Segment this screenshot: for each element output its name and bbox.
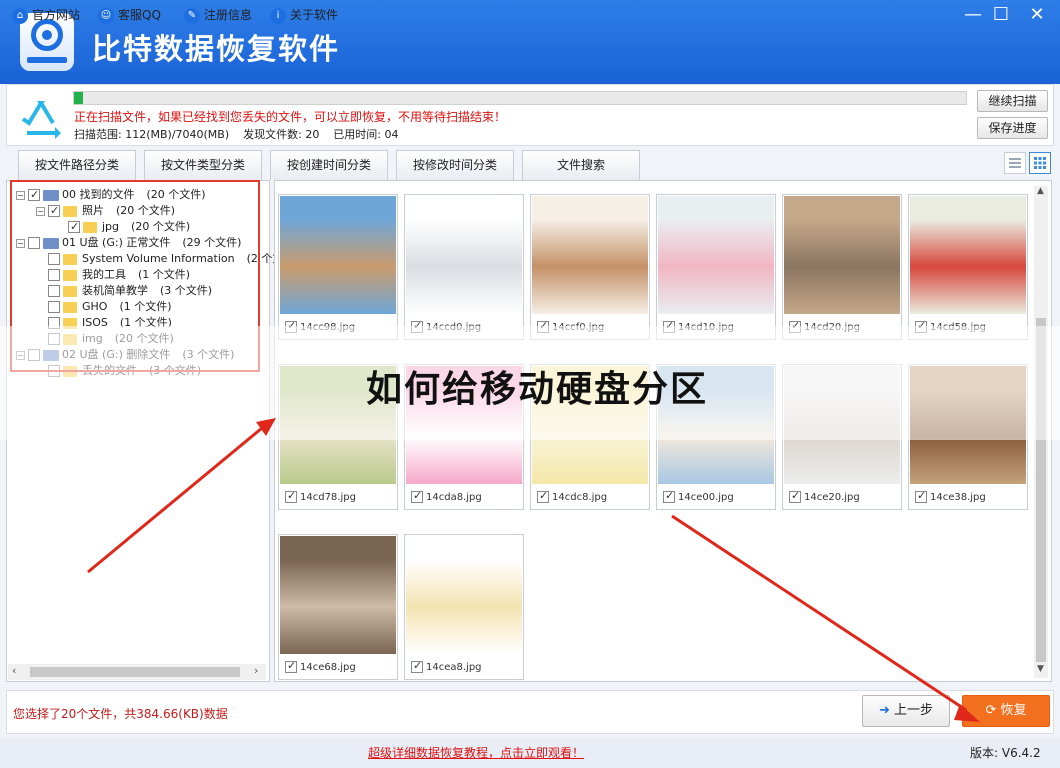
arrow-left-icon: ➜ — [878, 703, 890, 718]
home-icon: ⌂ — [12, 7, 28, 24]
recover-button[interactable]: ⟳ 恢复 — [962, 695, 1050, 727]
file-checkbox[interactable] — [663, 489, 675, 503]
refresh-icon: ⟳ — [985, 703, 997, 718]
grid-view-icon[interactable] — [1029, 152, 1051, 174]
footer-link-website[interactable]: ⌂ 官方网站 — [12, 6, 80, 24]
file-checkbox[interactable] — [537, 489, 549, 503]
maximize-icon[interactable]: ☐ — [990, 4, 1012, 26]
file-card[interactable]: 14ce68.jpg — [278, 534, 398, 680]
file-name: 14ce20.jpg — [804, 492, 860, 503]
scan-message: 正在扫描文件，如果已经找到您丢失的文件，可以立即恢复，不用等待扫描结束！ — [74, 110, 507, 124]
file-thumbnail[interactable] — [406, 196, 522, 314]
tree-horizontal-scrollbar[interactable]: ‹ › — [8, 664, 266, 680]
footer-link-label: 注册信息 — [204, 8, 253, 22]
file-name: 14cea8.jpg — [426, 662, 482, 673]
file-thumbnail[interactable] — [406, 536, 522, 654]
info-icon: i — [270, 7, 286, 24]
footer-link-label: 官方网站 — [32, 8, 81, 22]
file-name: 14cda8.jpg — [426, 492, 482, 503]
file-thumbnail[interactable] — [280, 536, 396, 654]
scan-stats: 扫描范围: 112(MB)/7040(MB) 发现文件数: 20 已用时间: 0… — [74, 128, 399, 141]
footer-link-qq[interactable]: ☺ 客服QQ — [98, 6, 161, 24]
tutorial-promo-link[interactable]: 超级详细数据恢复教程，点击立即观看！ — [368, 744, 584, 761]
tab-file-search[interactable]: 文件搜索 — [522, 150, 640, 180]
file-card[interactable]: 14cea8.jpg — [404, 534, 524, 680]
file-thumbnail[interactable] — [532, 196, 648, 314]
version-label: 版本: V6.4.2 — [970, 746, 1041, 760]
recover-label: 恢复 — [1000, 703, 1027, 718]
file-card[interactable]: 14cd20.jpg — [782, 194, 902, 340]
file-checkbox[interactable] — [411, 659, 423, 673]
file-name: 14ce68.jpg — [300, 662, 356, 673]
scroll-left-icon[interactable]: ‹ — [12, 664, 16, 677]
save-progress-button[interactable]: 保存进度 — [977, 117, 1048, 139]
file-checkbox[interactable] — [285, 659, 297, 673]
minimize-icon[interactable]: — — [962, 4, 984, 26]
footer-link-register[interactable]: ✎ 注册信息 — [184, 6, 252, 24]
scroll-up-icon[interactable]: ▲ — [1037, 186, 1044, 196]
file-thumbnail[interactable] — [658, 196, 774, 314]
file-card[interactable]: 14ccd0.jpg — [404, 194, 524, 340]
continue-scan-button[interactable]: 继续扫描 — [977, 90, 1048, 112]
list-view-icon[interactable] — [1004, 152, 1026, 174]
selection-summary: 您选择了20个文件，共384.66(KB)数据 — [13, 707, 228, 721]
register-icon: ✎ — [184, 7, 200, 24]
file-checkbox[interactable] — [915, 489, 927, 503]
file-thumbnail[interactable] — [910, 196, 1026, 314]
scan-panel: 正在扫描文件，如果已经找到您丢失的文件，可以立即恢复，不用等待扫描结束！ 扫描范… — [6, 84, 1054, 146]
file-card[interactable]: 14cd10.jpg — [656, 194, 776, 340]
tab-by-create-time[interactable]: 按创建时间分类 — [270, 150, 388, 180]
file-card[interactable]: 14cd58.jpg — [908, 194, 1028, 340]
file-name: 14ce00.jpg — [678, 492, 734, 503]
scan-progress-bar — [73, 91, 967, 105]
file-name: 14ce38.jpg — [930, 492, 986, 503]
file-name: 14cd78.jpg — [300, 492, 356, 503]
file-thumbnail[interactable] — [280, 196, 396, 314]
scroll-right-icon[interactable]: › — [254, 664, 258, 677]
tab-by-modify-time[interactable]: 按修改时间分类 — [396, 150, 514, 180]
file-name: 14cdc8.jpg — [552, 492, 608, 503]
file-card[interactable]: 14ccf0.jpg — [530, 194, 650, 340]
previous-step-label: 上一步 — [894, 703, 934, 718]
footer-link-label: 客服QQ — [118, 8, 161, 22]
previous-step-button[interactable]: ➜ 上一步 — [862, 695, 950, 727]
qq-icon: ☺ — [98, 7, 114, 24]
scroll-down-icon[interactable]: ▼ — [1037, 664, 1044, 674]
file-card[interactable]: 14cc98.jpg — [278, 194, 398, 340]
scan-cycle-icon — [21, 101, 61, 139]
file-checkbox[interactable] — [411, 489, 423, 503]
tab-by-type[interactable]: 按文件类型分类 — [144, 150, 262, 180]
tab-by-path[interactable]: 按文件路径分类 — [18, 150, 136, 180]
overlay-title: 如何给移动硬盘分区 — [366, 369, 709, 410]
file-checkbox[interactable] — [789, 489, 801, 503]
footer-link-label: 关于软件 — [290, 8, 339, 22]
file-thumbnail[interactable] — [784, 196, 900, 314]
file-checkbox[interactable] — [285, 489, 297, 503]
close-icon[interactable]: ✕ — [1026, 4, 1048, 26]
app-title: 比特数据恢复软件 — [92, 32, 341, 66]
footer-link-about[interactable]: i 关于软件 — [270, 6, 338, 24]
